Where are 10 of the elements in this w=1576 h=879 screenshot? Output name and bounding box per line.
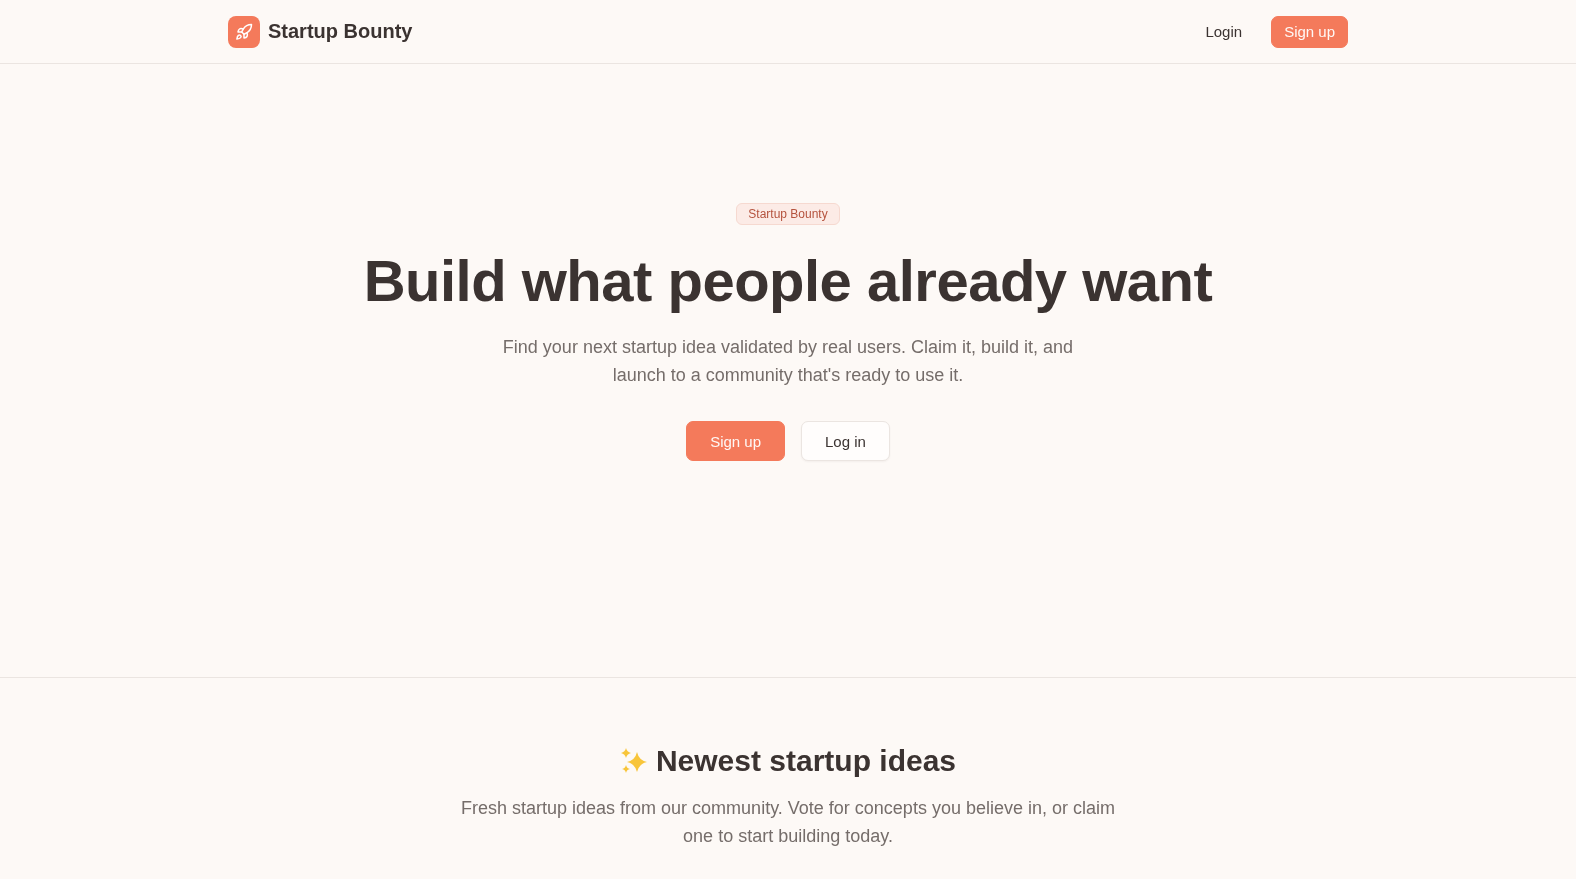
login-button[interactable]: Log in <box>801 421 890 461</box>
section-subtitle: Fresh startup ideas from our community. Vote for concepts you believe in, or claim one to start building today. <box>460 797 1116 848</box>
brand-name[interactable]: Startup Bounty <box>268 20 413 43</box>
hero-badge: Startup Bounty <box>736 203 840 225</box>
hero-title: Build what people already want <box>363 247 1213 315</box>
login-link[interactable]: Login <box>1192 15 1256 48</box>
sparkles-icon <box>619 747 648 775</box>
rocket-icon <box>228 15 260 48</box>
hero-subtitle: Find your next startup idea validated by real users. Claim it, build it, and launch to a community that's ready to use it. <box>501 336 1075 387</box>
section-title: Newest startup ideas <box>655 743 957 779</box>
